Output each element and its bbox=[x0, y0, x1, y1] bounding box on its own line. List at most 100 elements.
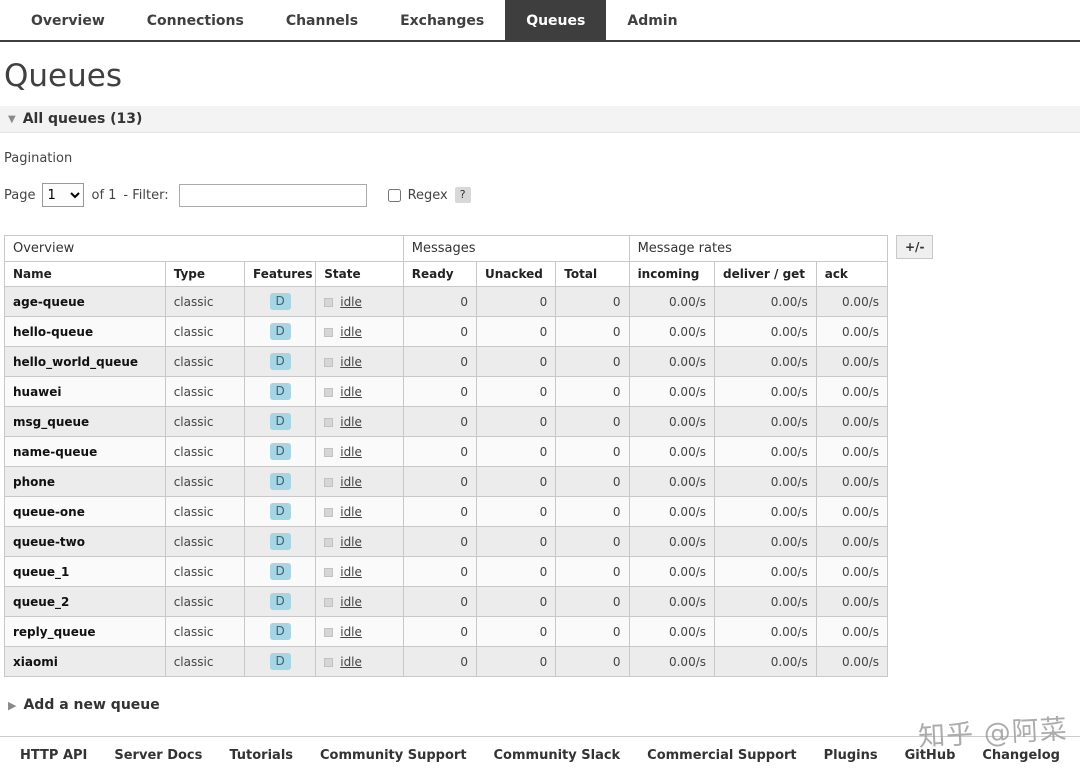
footer-link-changelog[interactable]: Changelog bbox=[982, 748, 1060, 763]
page-select[interactable]: 1 bbox=[42, 183, 85, 207]
queue-name-link[interactable]: queue-two bbox=[4, 526, 166, 557]
durable-badge: D bbox=[269, 293, 291, 310]
incoming-rate: 0.00/s bbox=[628, 376, 716, 407]
queue-name-link[interactable]: huawei bbox=[4, 376, 166, 407]
queue-name-link[interactable]: reply_queue bbox=[4, 616, 166, 647]
tab-overview[interactable]: Overview bbox=[10, 0, 126, 40]
footer-link-commercial-support[interactable]: Commercial Support bbox=[647, 748, 797, 763]
regex-checkbox[interactable] bbox=[387, 188, 401, 202]
unacked-count: 0 bbox=[475, 286, 557, 317]
ack-rate: 0.00/s bbox=[815, 646, 889, 677]
queue-row-phone: phone classic Didle 0 0 0 0.00/s 0.00/s 0.00/s bbox=[4, 466, 889, 497]
column-header-unacked[interactable]: Unacked bbox=[475, 261, 557, 287]
tab-admin[interactable]: Admin bbox=[606, 0, 698, 40]
deliver-get-rate: 0.00/s bbox=[714, 496, 817, 527]
unacked-count: 0 bbox=[475, 586, 557, 617]
column-toggle-button[interactable]: +/- bbox=[896, 235, 934, 259]
column-header-name[interactable]: Name bbox=[4, 261, 166, 287]
footer-link-plugins[interactable]: Plugins bbox=[824, 748, 878, 763]
deliver-get-rate: 0.00/s bbox=[714, 436, 817, 467]
all-queues-section-header[interactable]: ▼ All queues (13) bbox=[0, 106, 1080, 133]
footer-link-community-support[interactable]: Community Support bbox=[320, 748, 467, 763]
state-label: idle bbox=[340, 354, 362, 369]
incoming-rate: 0.00/s bbox=[628, 646, 716, 677]
queue-features: D bbox=[244, 616, 317, 647]
filter-input[interactable] bbox=[178, 183, 367, 207]
queue-name-link[interactable]: xiaomi bbox=[4, 646, 166, 677]
total-count: 0 bbox=[555, 316, 630, 347]
help-icon[interactable]: ? bbox=[454, 187, 471, 203]
ack-rate: 0.00/s bbox=[815, 376, 889, 407]
state-indicator-icon bbox=[324, 327, 334, 337]
queue-name-link[interactable]: hello-queue bbox=[4, 316, 166, 347]
queue-name-link[interactable]: name-queue bbox=[4, 436, 166, 467]
queue-state: idle bbox=[315, 586, 404, 617]
column-header-features[interactable]: Features bbox=[244, 261, 317, 287]
unacked-count: 0 bbox=[475, 556, 557, 587]
footer-link-github[interactable]: GitHub bbox=[905, 748, 956, 763]
column-group-row: Overview Messages Message rates bbox=[4, 235, 889, 262]
ack-rate: 0.00/s bbox=[815, 406, 889, 437]
durable-badge: D bbox=[269, 593, 291, 610]
durable-badge: D bbox=[269, 563, 291, 580]
durable-badge: D bbox=[269, 653, 291, 670]
footer-link-http-api[interactable]: HTTP API bbox=[20, 748, 87, 763]
of-pages-label: of 1 bbox=[91, 187, 117, 203]
tab-queues[interactable]: Queues bbox=[505, 0, 607, 40]
incoming-rate: 0.00/s bbox=[628, 556, 716, 587]
unacked-count: 0 bbox=[475, 316, 557, 347]
incoming-rate: 0.00/s bbox=[628, 316, 716, 347]
tab-exchanges[interactable]: Exchanges bbox=[379, 0, 505, 40]
ack-rate: 0.00/s bbox=[815, 316, 889, 347]
unacked-count: 0 bbox=[475, 436, 557, 467]
queue-name-link[interactable]: queue_2 bbox=[4, 586, 166, 617]
deliver-get-rate: 0.00/s bbox=[714, 346, 817, 377]
footer-link-tutorials[interactable]: Tutorials bbox=[229, 748, 293, 763]
queue-name-link[interactable]: phone bbox=[4, 466, 166, 497]
tab-connections[interactable]: Connections bbox=[126, 0, 265, 40]
footer-link-server-docs[interactable]: Server Docs bbox=[114, 748, 202, 763]
add-new-queue-section[interactable]: ▶ Add a new queue bbox=[8, 697, 1080, 713]
queue-name-link[interactable]: msg_queue bbox=[4, 406, 166, 437]
tab-channels[interactable]: Channels bbox=[265, 0, 379, 40]
page-title: Queues bbox=[4, 58, 122, 94]
deliver-get-rate: 0.00/s bbox=[714, 286, 817, 317]
durable-badge: D bbox=[269, 623, 291, 640]
queue-state: idle bbox=[315, 466, 404, 497]
collapse-triangle-icon: ▼ bbox=[8, 113, 16, 125]
incoming-rate: 0.00/s bbox=[628, 496, 716, 527]
queue-features: D bbox=[244, 466, 317, 497]
queue-name-link[interactable]: age-queue bbox=[4, 286, 166, 317]
column-header-ack[interactable]: ack bbox=[815, 261, 889, 287]
ack-rate: 0.00/s bbox=[815, 466, 889, 497]
queue-name-link[interactable]: queue_1 bbox=[4, 556, 166, 587]
column-header-total[interactable]: Total bbox=[555, 261, 630, 287]
durable-badge: D bbox=[269, 413, 291, 430]
queue-name-link[interactable]: queue-one bbox=[4, 496, 166, 527]
queue-row-queue-one: queue-one classic Didle 0 0 0 0.00/s 0.00/s 0.00… bbox=[4, 496, 889, 527]
column-header-type[interactable]: Type bbox=[164, 261, 246, 287]
footer-link-community-slack[interactable]: Community Slack bbox=[494, 748, 621, 763]
queue-state: idle bbox=[315, 646, 404, 677]
top-nav: Overview Connections Channels Exchanges Queu… bbox=[0, 0, 1080, 42]
durable-badge: D bbox=[269, 533, 291, 550]
queue-row-queue-2: queue_2 classic Didle 0 0 0 0.00/s 0.00/s 0.00/s bbox=[4, 586, 889, 617]
ack-rate: 0.00/s bbox=[815, 616, 889, 647]
ack-rate: 0.00/s bbox=[815, 526, 889, 557]
column-header-ready[interactable]: Ready bbox=[402, 261, 477, 287]
column-header-incoming[interactable]: incoming bbox=[628, 261, 716, 287]
ready-count: 0 bbox=[402, 376, 477, 407]
column-header-deliver-get[interactable]: deliver / get bbox=[714, 261, 817, 287]
column-group-message-rates: Message rates bbox=[628, 235, 889, 262]
total-count: 0 bbox=[555, 346, 630, 377]
queue-features: D bbox=[244, 376, 317, 407]
queue-features: D bbox=[244, 586, 317, 617]
filter-label: - Filter: bbox=[123, 187, 169, 203]
unacked-count: 0 bbox=[475, 646, 557, 677]
queue-name-link[interactable]: hello_world_queue bbox=[4, 346, 166, 377]
all-queues-label: All queues (13) bbox=[22, 111, 143, 127]
durable-badge: D bbox=[269, 443, 291, 460]
column-header-state[interactable]: State bbox=[315, 261, 404, 287]
ready-count: 0 bbox=[402, 556, 477, 587]
queue-row-msg-queue: msg_queue classic Didle 0 0 0 0.00/s 0.00/s 0.00… bbox=[4, 406, 889, 437]
